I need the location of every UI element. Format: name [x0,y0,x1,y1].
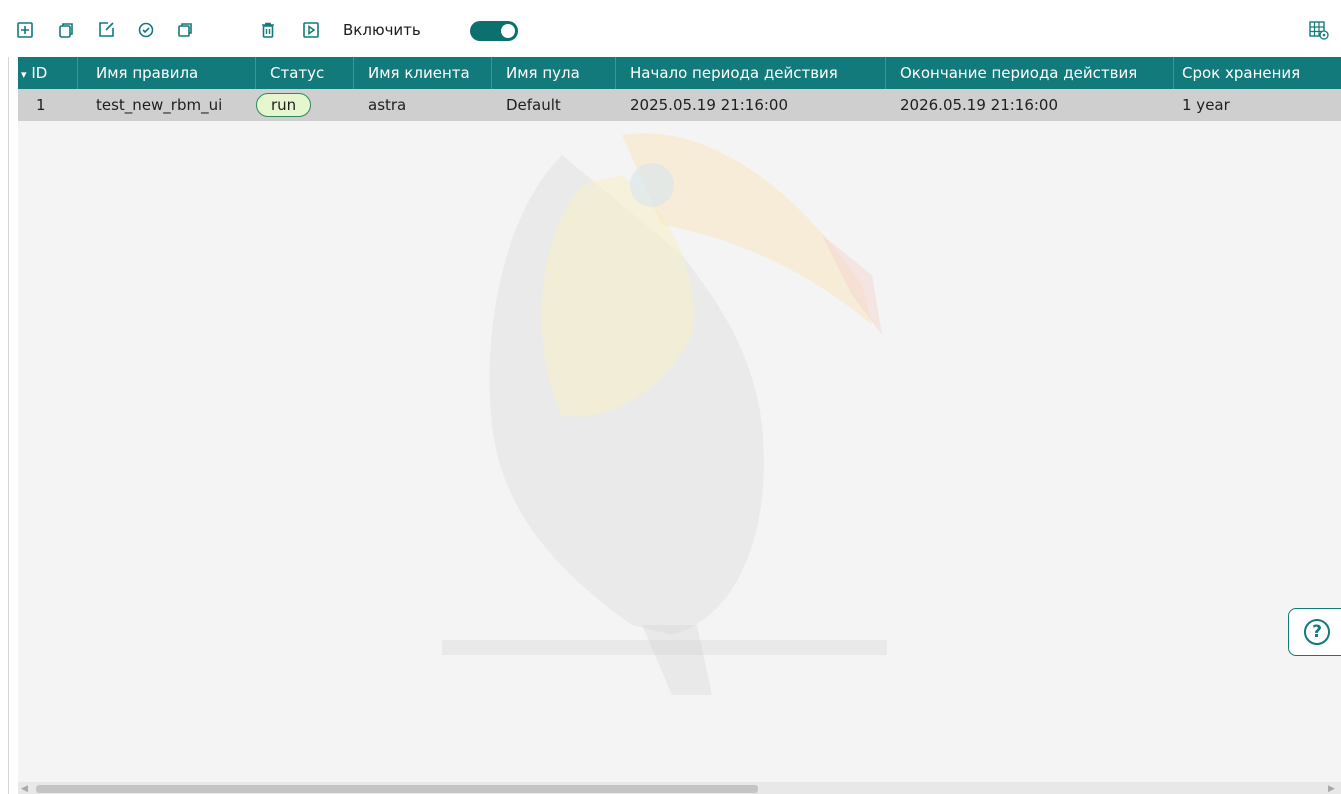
column-header-status[interactable]: Статус [256,57,354,89]
copy-icon[interactable] [57,21,75,39]
column-header-retention[interactable]: Срок хранения [1174,57,1341,89]
table-header: ▾ ID Имя правила Статус Имя клиента Имя … [18,57,1341,89]
cell-rule-name: test_new_rbm_ui [96,96,223,114]
scrollbar-thumb[interactable] [36,785,758,793]
column-header-end[interactable]: Окончание периода действия [886,57,1174,89]
status-badge: run [256,93,312,117]
panel-left-border [8,57,9,794]
column-header-start[interactable]: Начало периода действия [616,57,886,89]
edit-icon[interactable] [97,21,115,39]
schedule-icon[interactable] [137,21,155,39]
enable-label: Включить [343,21,421,39]
column-header-pool-name[interactable]: Имя пула [492,57,616,89]
horizontal-scrollbar[interactable]: ◀ ▶ [18,782,1341,794]
cell-start: 2025.05.19 21:16:00 [630,96,789,114]
toggle-knob [501,24,515,38]
add-icon[interactable] [16,21,34,39]
toolbar: Включить [0,0,1341,58]
table-row[interactable]: 1 test_new_rbm_ui run astra Default 2025… [18,89,1341,121]
cell-id: 1 [36,96,46,114]
delete-icon[interactable] [259,21,277,39]
column-header-client-name[interactable]: Имя клиента [354,57,492,89]
sort-indicator-icon: ▾ [21,68,27,81]
help-button[interactable]: ? [1288,608,1341,656]
run-icon[interactable] [302,21,320,39]
cell-pool-name: Default [506,96,561,114]
cell-retention: 1 year [1182,96,1230,114]
help-icon: ? [1304,619,1330,645]
column-header-id[interactable]: ▾ ID [18,57,78,89]
scroll-left-icon[interactable]: ◀ [21,784,31,794]
toucan-watermark [442,133,887,695]
scroll-right-icon[interactable]: ▶ [1328,784,1338,794]
cell-client-name: astra [368,96,407,114]
rules-table: ▾ ID Имя правила Статус Имя клиента Имя … [18,57,1341,794]
grid-settings-icon[interactable] [1309,20,1329,40]
column-header-id-label: ID [31,64,48,82]
cell-end: 2026.05.19 21:16:00 [900,96,1059,114]
enable-toggle[interactable] [470,21,518,41]
column-header-rule-name[interactable]: Имя правила [78,57,256,89]
cell-status: run [256,89,354,121]
duplicate-icon[interactable] [176,21,194,39]
